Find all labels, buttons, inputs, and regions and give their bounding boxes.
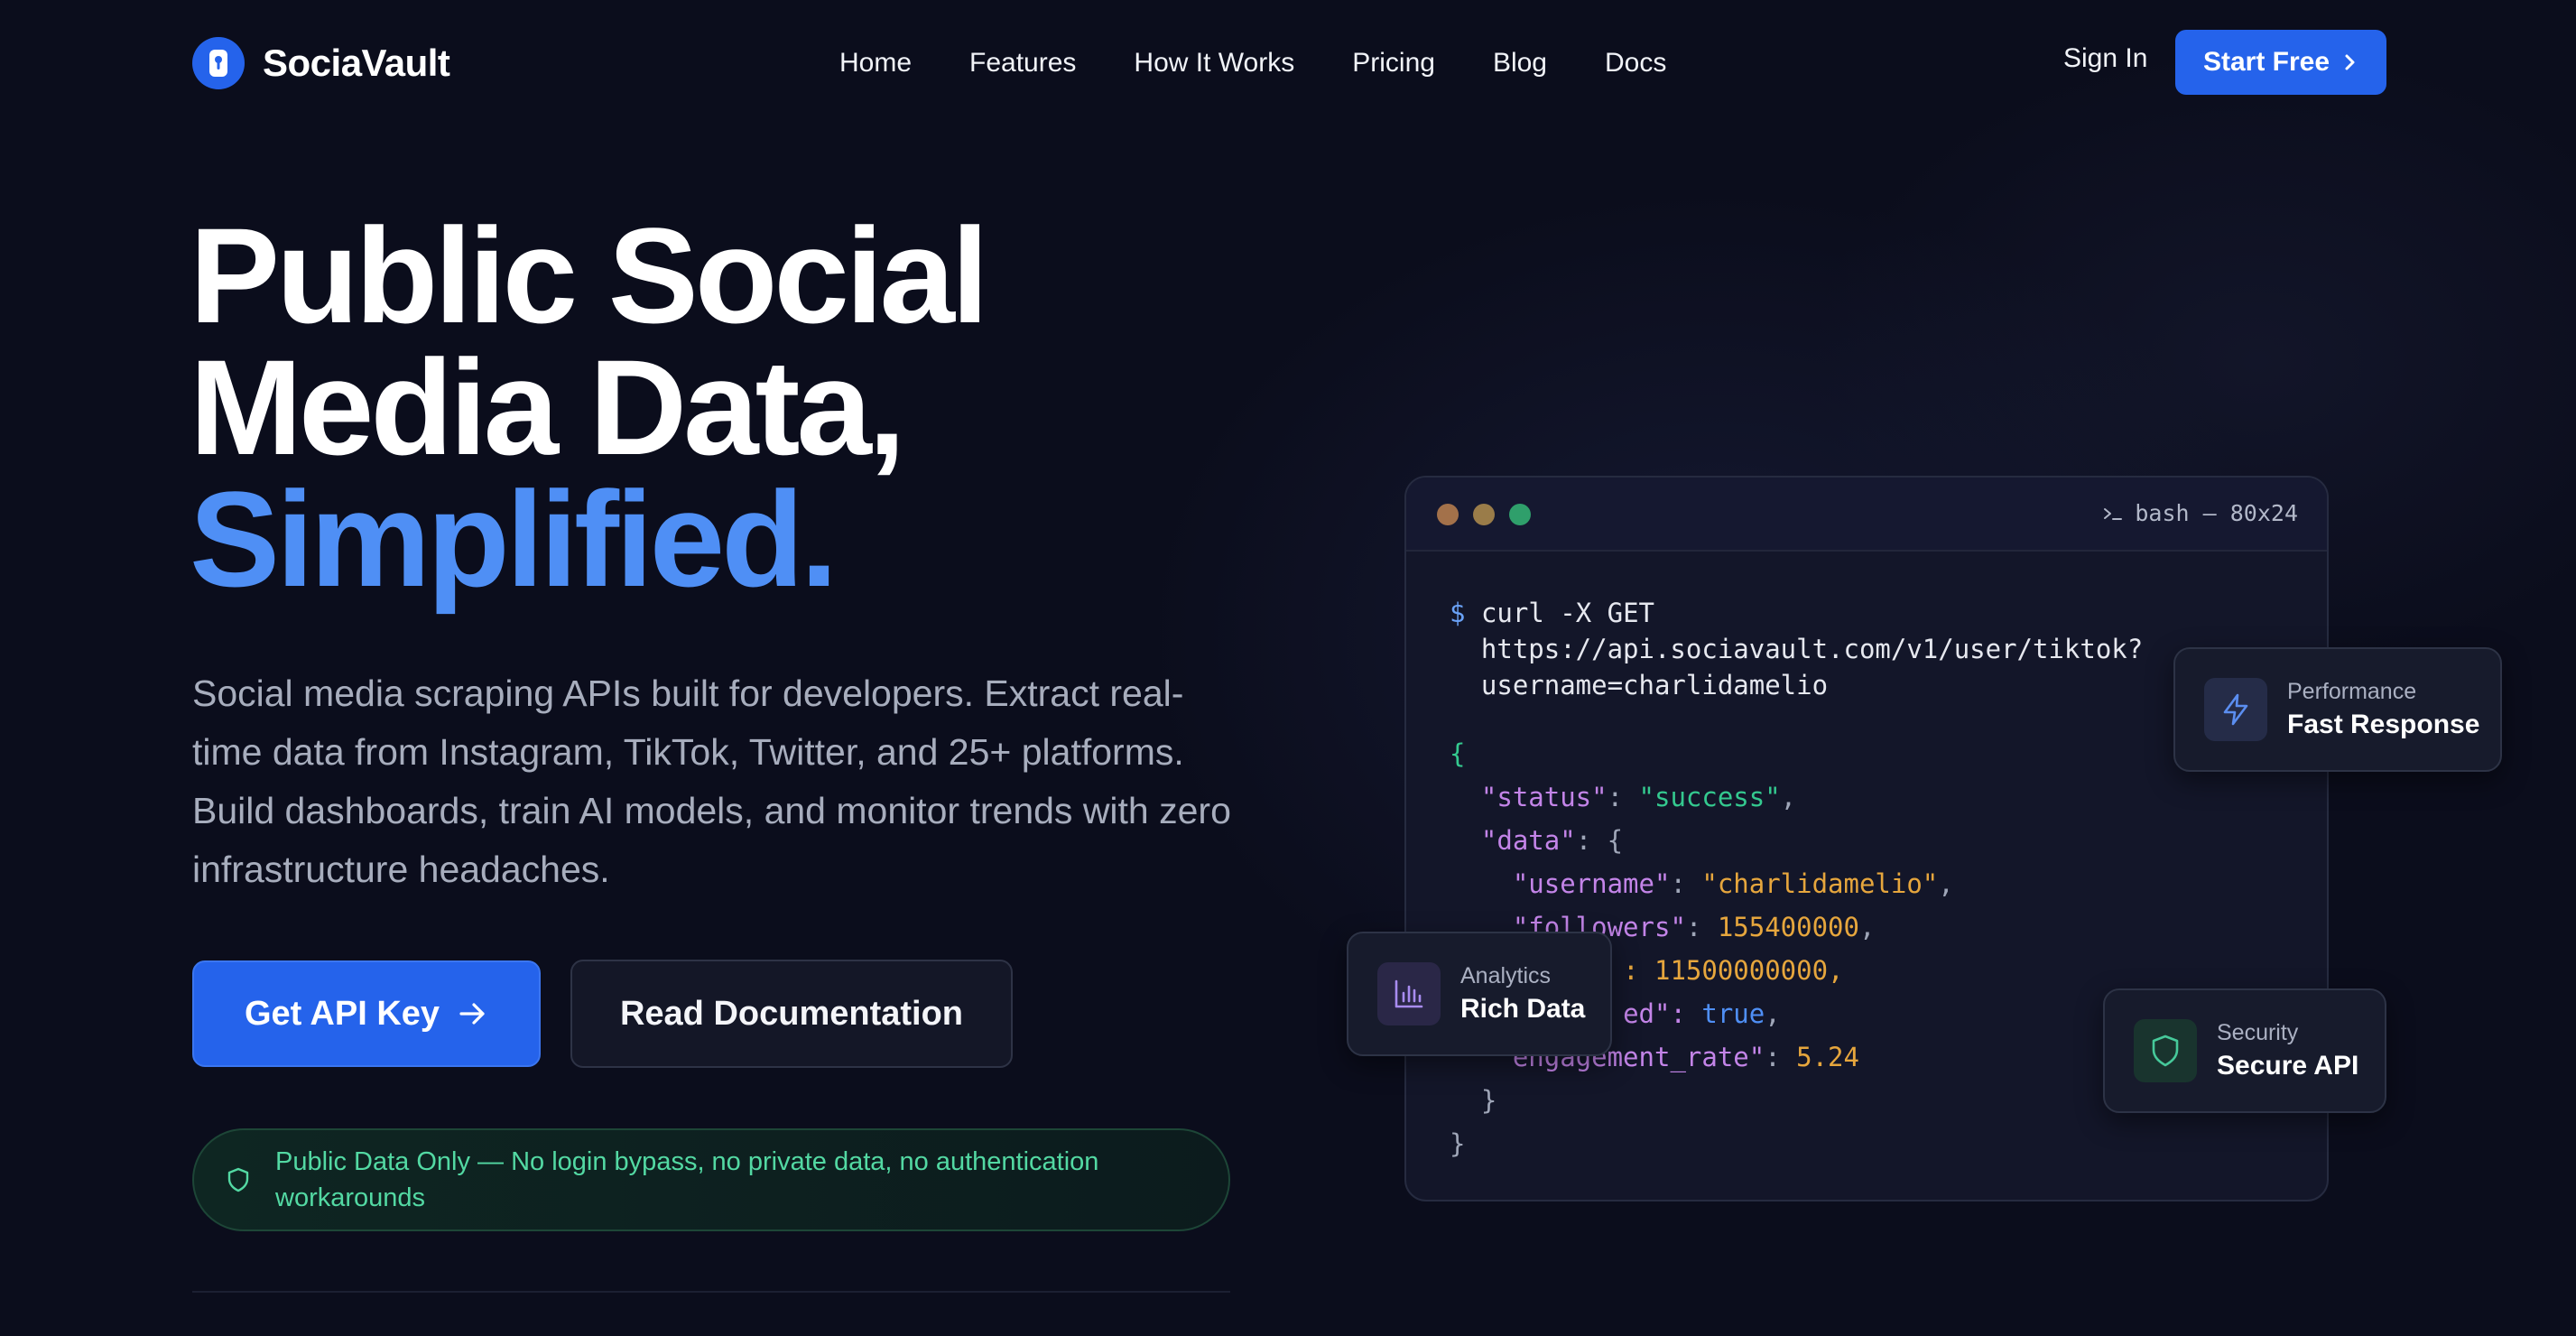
json-key: "status"	[1480, 782, 1608, 812]
json-value: : 11500000000,	[1623, 955, 1844, 986]
card-label: Analytics	[1460, 963, 1552, 988]
hero-title-line-1: Public Social	[190, 199, 989, 351]
card-value: Fast Response	[2287, 710, 2480, 739]
brand[interactable]: SociaVault	[192, 36, 450, 90]
json-value: true	[1701, 998, 1765, 1029]
window-minimize-dot[interactable]	[1473, 504, 1495, 525]
read-documentation-label: Read Documentation	[619, 994, 964, 1033]
window-maximize-dot[interactable]	[1509, 504, 1531, 525]
get-api-key-label: Get API Key	[244, 994, 440, 1033]
json-key: "data"	[1480, 825, 1576, 856]
hero-subtitle: Social media scraping APIs built for dev…	[192, 673, 1231, 890]
brand-name: SociaVault	[263, 42, 450, 84]
shell-prompt: $	[1450, 598, 1466, 628]
chevron-right-icon	[2345, 54, 2355, 70]
command-line-3: username=charlidamelio	[1480, 670, 1829, 700]
security-card: Security Secure API	[2103, 988, 2386, 1113]
terminal-command: $ curl -X GET https://api.sociavault.com…	[1450, 595, 2143, 703]
terminal-header: bash — 80x24	[1406, 478, 2327, 552]
terminal-title-text: bash — 80x24	[2135, 500, 2298, 526]
sign-in-link[interactable]: Sign In	[2063, 43, 2147, 74]
landing-page: SociaVault Home Features How It Works Pr…	[0, 0, 2576, 1336]
json-key: ed":	[1623, 998, 1702, 1029]
nav-link-blog[interactable]: Blog	[1493, 48, 1547, 79]
nav-link-docs[interactable]: Docs	[1605, 48, 1666, 79]
card-value: Rich Data	[1460, 994, 1586, 1024]
arrow-right-icon	[459, 1003, 485, 1025]
nav-links: Home Features How It Works Pricing Blog …	[839, 41, 1666, 86]
divider	[192, 1291, 1230, 1293]
card-label: Performance	[2287, 679, 2417, 704]
json-value: "success"	[1638, 782, 1781, 812]
performance-card: Performance Fast Response	[2173, 647, 2502, 772]
command-line-2: https://api.sociavault.com/v1/user/tikto…	[1480, 634, 2144, 664]
hero-title: Public Social Media Data, Simplified.	[190, 199, 1273, 615]
lightning-icon	[2204, 678, 2267, 741]
start-free-button[interactable]: Start Free	[2175, 30, 2386, 95]
vault-lock-icon	[192, 37, 245, 89]
command-line-1: curl -X GET	[1480, 598, 1654, 628]
nav-link-features[interactable]: Features	[969, 48, 1076, 79]
card-value: Secure API	[2217, 1051, 2359, 1081]
nav-link-how-it-works[interactable]: How It Works	[1134, 48, 1294, 79]
notice-text: Public Data Only — No login bypass, no p…	[275, 1147, 1099, 1212]
read-documentation-button[interactable]: Read Documentation	[570, 960, 1013, 1068]
hero-title-accent: Simplified.	[190, 463, 838, 615]
public-data-notice: Public Data Only — No login bypass, no p…	[192, 1128, 1230, 1231]
json-value: 155400000	[1717, 912, 1859, 942]
start-free-label: Start Free	[2202, 47, 2330, 77]
analytics-card: Analytics Rich Data	[1347, 932, 1612, 1056]
top-nav: SociaVault Home Features How It Works Pr…	[0, 0, 2576, 126]
window-close-dot[interactable]	[1437, 504, 1459, 525]
shield-icon	[2134, 1019, 2197, 1082]
json-key: "username"	[1512, 868, 1671, 899]
bar-chart-icon	[1377, 962, 1441, 1025]
terminal-title: bash — 80x24	[2102, 500, 2298, 526]
terminal-prompt-icon	[2104, 507, 2123, 520]
hero-title-line-2: Media Data,	[190, 331, 906, 483]
json-value: 5.24	[1796, 1042, 1859, 1072]
card-label: Security	[2217, 1020, 2299, 1045]
json-value: "charlidamelio"	[1701, 868, 1939, 899]
nav-link-pricing[interactable]: Pricing	[1352, 48, 1435, 79]
get-api-key-button[interactable]: Get API Key	[192, 960, 541, 1067]
shield-icon	[227, 1167, 249, 1192]
nav-link-home[interactable]: Home	[839, 48, 912, 79]
